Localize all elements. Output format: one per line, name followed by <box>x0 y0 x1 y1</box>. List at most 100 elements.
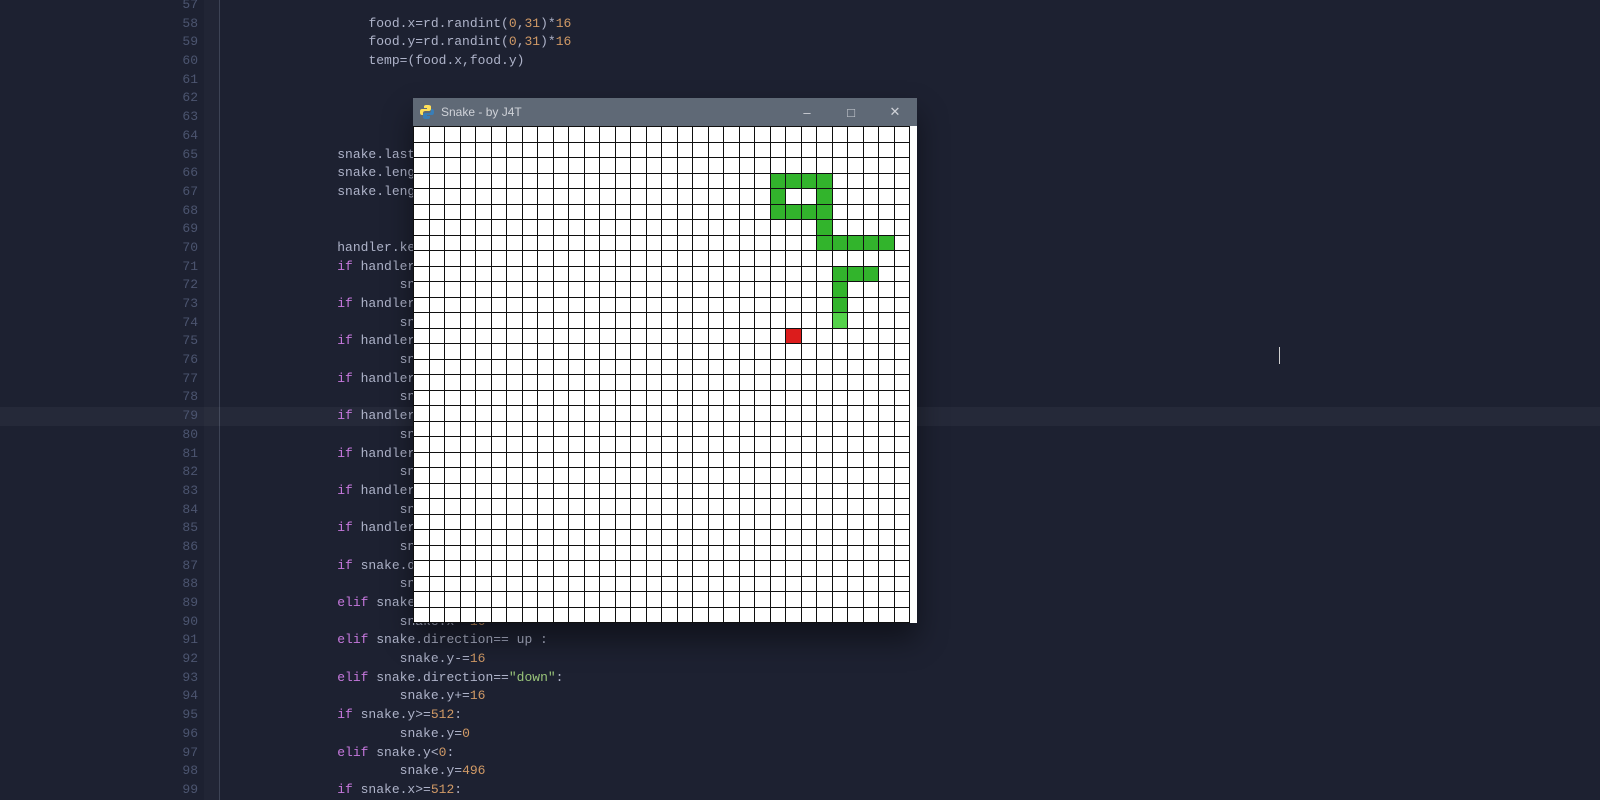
line-number: 64 <box>0 127 204 146</box>
snake-segment <box>771 189 785 204</box>
code-text[interactable]: food.x=rd.randint(0,31)*16 <box>204 15 571 34</box>
window-title: Snake - by J4T <box>441 105 522 119</box>
line-number: 86 <box>0 538 204 557</box>
code-line[interactable]: 58 food.x=rd.randint(0,31)*16 <box>0 15 1600 34</box>
snake-segment <box>864 267 878 281</box>
game-canvas-wrap <box>413 126 917 623</box>
python-icon <box>419 104 435 120</box>
snake-segment <box>833 236 847 250</box>
line-number: 67 <box>0 183 204 202</box>
code-text[interactable]: snake.y+=16 <box>204 687 485 706</box>
code-text[interactable]: if snake.x>=512: <box>204 781 462 800</box>
line-number: 95 <box>0 706 204 725</box>
line-number: 93 <box>0 669 204 688</box>
line-number: 92 <box>0 650 204 669</box>
snake-segment <box>786 205 801 219</box>
snake-window[interactable]: Snake - by J4T – □ ✕ <box>413 98 917 623</box>
snake-segment <box>817 174 832 188</box>
line-number: 58 <box>0 15 204 34</box>
code-text[interactable]: snake.y=496 <box>204 762 485 781</box>
line-number: 85 <box>0 519 204 538</box>
line-number: 84 <box>0 501 204 520</box>
line-number: 76 <box>0 351 204 370</box>
line-number: 97 <box>0 744 204 763</box>
minimize-button[interactable]: – <box>785 98 829 126</box>
snake-segment <box>833 298 847 312</box>
code-text[interactable]: snake.y=0 <box>204 725 470 744</box>
line-number: 91 <box>0 631 204 650</box>
line-number: 79 <box>0 407 204 426</box>
snake-segment <box>771 205 785 219</box>
code-line[interactable]: 99 if snake.x>=512: <box>0 781 1600 800</box>
line-number: 63 <box>0 108 204 127</box>
code-line[interactable]: 93 elif snake.direction=="down": <box>0 669 1600 688</box>
line-number: 94 <box>0 687 204 706</box>
line-number: 99 <box>0 781 204 800</box>
line-number: 90 <box>0 613 204 632</box>
code-text[interactable]: food.y=rd.randint(0,31)*16 <box>204 33 571 52</box>
snake-segment <box>879 236 894 250</box>
line-number: 61 <box>0 71 204 90</box>
code-text[interactable]: elif snake.y<0: <box>204 744 454 763</box>
snake-segment <box>833 282 847 297</box>
line-number: 96 <box>0 725 204 744</box>
snake-segment <box>833 267 847 281</box>
window-controls: – □ ✕ <box>785 98 917 126</box>
snake-segment <box>848 267 863 281</box>
line-number: 65 <box>0 146 204 165</box>
line-number: 81 <box>0 445 204 464</box>
line-number: 87 <box>0 557 204 576</box>
game-canvas[interactable] <box>413 126 910 623</box>
line-number: 74 <box>0 314 204 333</box>
snake-segment <box>817 205 832 219</box>
code-line[interactable]: 95 if snake.y>=512: <box>0 706 1600 725</box>
close-button[interactable]: ✕ <box>873 98 917 126</box>
snake-segment <box>802 205 816 219</box>
snake-segment <box>817 236 832 250</box>
snake-segment <box>817 220 832 235</box>
line-number: 75 <box>0 332 204 351</box>
line-number: 71 <box>0 258 204 277</box>
line-number: 66 <box>0 164 204 183</box>
line-number: 98 <box>0 762 204 781</box>
code-line[interactable]: 98 snake.y=496 <box>0 762 1600 781</box>
snake-segment <box>802 174 816 188</box>
code-line[interactable]: 94 snake.y+=16 <box>0 687 1600 706</box>
line-number: 82 <box>0 463 204 482</box>
line-number: 88 <box>0 575 204 594</box>
line-number: 77 <box>0 370 204 389</box>
line-number: 69 <box>0 220 204 239</box>
code-text[interactable]: elif snake.direction== up : <box>204 631 548 650</box>
snake-segment <box>833 313 847 328</box>
maximize-button[interactable]: □ <box>829 98 873 126</box>
code-text[interactable]: temp=(food.x,food.y) <box>204 52 524 71</box>
line-number: 73 <box>0 295 204 314</box>
snake-segment <box>864 236 878 250</box>
line-number: 62 <box>0 89 204 108</box>
line-number: 68 <box>0 202 204 221</box>
snake-segment <box>771 174 785 188</box>
code-line[interactable]: 60 temp=(food.x,food.y) <box>0 52 1600 71</box>
code-line[interactable]: 97 elif snake.y<0: <box>0 744 1600 763</box>
snake-segment <box>848 236 863 250</box>
line-number: 72 <box>0 276 204 295</box>
code-line[interactable]: 59 food.y=rd.randint(0,31)*16 <box>0 33 1600 52</box>
code-line[interactable]: 57 <box>0 0 1600 15</box>
line-number: 70 <box>0 239 204 258</box>
titlebar[interactable]: Snake - by J4T – □ ✕ <box>413 98 917 126</box>
code-line[interactable]: 96 snake.y=0 <box>0 725 1600 744</box>
code-line[interactable]: 61 <box>0 71 1600 90</box>
line-number: 80 <box>0 426 204 445</box>
snake-segment <box>817 189 832 204</box>
code-text[interactable]: snake.y-=16 <box>204 650 485 669</box>
snake-segment <box>786 174 801 188</box>
line-number: 78 <box>0 388 204 407</box>
code-text[interactable]: elif snake.direction=="down": <box>204 669 563 688</box>
code-text[interactable]: if snake.y>=512: <box>204 706 462 725</box>
line-number: 59 <box>0 33 204 52</box>
code-line[interactable]: 92 snake.y-=16 <box>0 650 1600 669</box>
code-line[interactable]: 91 elif snake.direction== up : <box>0 631 1600 650</box>
code-text[interactable] <box>204 0 306 15</box>
line-number: 89 <box>0 594 204 613</box>
text-caret <box>1279 347 1280 364</box>
